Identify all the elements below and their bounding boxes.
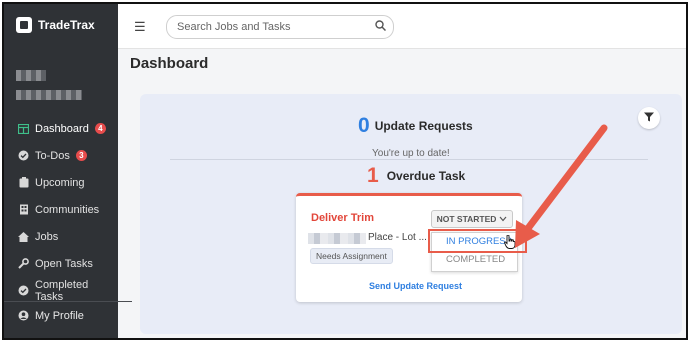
sidebar-nav: Dashboard 4 To-Dos 3 Upcoming Communitie… <box>4 115 118 304</box>
sidebar-item-jobs[interactable]: Jobs <box>4 223 118 250</box>
update-requests-label: Update Requests <box>374 119 473 133</box>
send-update-request-link[interactable]: Send Update Request <box>369 281 462 291</box>
filter-icon <box>644 112 654 125</box>
user-name-blurred <box>16 90 82 100</box>
status-option-completed[interactable]: COMPLETED <box>432 254 517 265</box>
search-input[interactable] <box>175 20 369 34</box>
house-icon <box>18 231 29 242</box>
status-dropdown[interactable]: NOT STARTED <box>431 210 513 228</box>
status-value: NOT STARTED <box>436 214 497 224</box>
update-requests-summary: 0 Update Requests <box>358 114 473 138</box>
dashboard-icon <box>18 123 29 134</box>
tradetrax-logo-icon <box>16 17 32 33</box>
task-address: Place - Lot ... <box>368 232 427 243</box>
overdue-count: 1 <box>367 164 379 187</box>
check-circle-icon <box>18 150 29 161</box>
overdue-label: Overdue Task <box>386 169 466 183</box>
sidebar-item-label: Completed Tasks <box>35 278 89 303</box>
address-blurred <box>308 233 366 244</box>
needs-assignment-tag[interactable]: Needs Assignment <box>310 248 393 264</box>
clipboard-icon <box>18 177 29 188</box>
hamburger-menu-icon[interactable]: ☰ <box>134 19 146 35</box>
search-box[interactable] <box>166 15 394 39</box>
sidebar-item-label: Communities <box>35 203 100 216</box>
sidebar: TradeTrax Dashboard 4 To-Dos 3 Upcoming … <box>4 4 132 338</box>
chevron-down-icon <box>499 214 507 224</box>
logo[interactable]: TradeTrax <box>16 17 95 33</box>
overdue-summary: 1 Overdue Task <box>367 164 465 188</box>
sidebar-item-completed-tasks[interactable]: Completed Tasks <box>4 277 118 304</box>
user-avatar-blurred <box>16 70 46 81</box>
search-icon[interactable] <box>375 20 387 34</box>
sidebar-item-label: My Profile <box>35 309 84 322</box>
update-requests-count: 0 <box>358 114 370 137</box>
task-title[interactable]: Deliver Trim <box>311 212 374 224</box>
top-bar: ☰ <box>118 4 686 49</box>
sidebar-item-open-tasks[interactable]: Open Tasks <box>4 250 118 277</box>
sidebar-item-my-profile[interactable]: My Profile <box>4 301 132 329</box>
sidebar-item-label: To-Dos <box>35 149 70 162</box>
sidebar-item-dashboard[interactable]: Dashboard 4 <box>4 115 118 142</box>
sidebar-item-label: Dashboard <box>35 122 89 135</box>
user-circle-icon <box>18 310 29 321</box>
page-title: Dashboard <box>130 55 209 72</box>
filter-button[interactable] <box>638 107 660 129</box>
sidebar-item-communities[interactable]: Communities <box>4 196 118 223</box>
section-divider <box>170 159 648 160</box>
count-badge: 3 <box>75 150 87 161</box>
sidebar-item-todos[interactable]: To-Dos 3 <box>4 142 118 169</box>
sidebar-item-label: Upcoming <box>35 176 85 189</box>
building-icon <box>18 204 29 215</box>
app-name: TradeTrax <box>38 18 95 32</box>
wrench-icon <box>18 258 29 269</box>
sidebar-item-upcoming[interactable]: Upcoming <box>4 169 118 196</box>
sidebar-item-label: Open Tasks <box>35 257 93 270</box>
up-to-date-message: You're up to date! <box>372 148 450 159</box>
hand-pointer-icon <box>504 234 516 252</box>
check-circle-icon <box>18 285 29 296</box>
count-badge: 4 <box>94 123 106 134</box>
sidebar-item-label: Jobs <box>35 230 59 243</box>
